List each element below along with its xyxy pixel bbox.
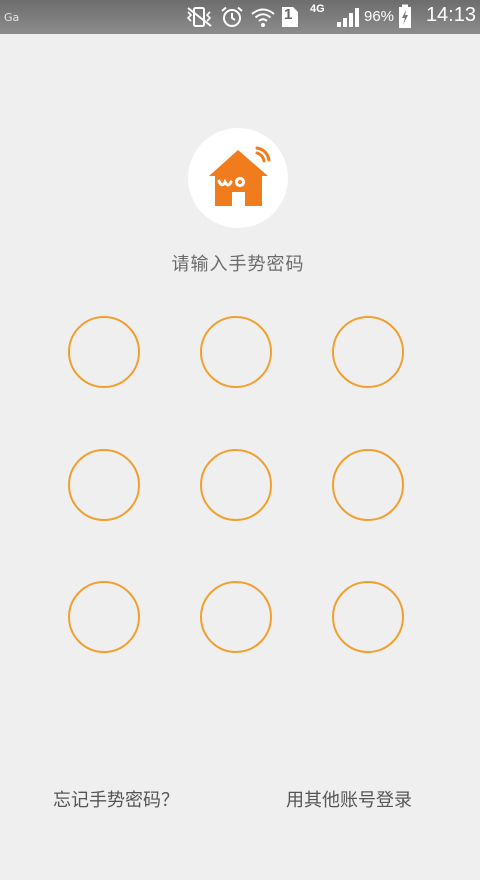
status-bar: Ga 1 4G 96% 14:13	[0, 0, 480, 34]
vibrate-mute-icon	[186, 7, 212, 27]
sim-slot-label: 1	[284, 6, 293, 23]
clock: 14:13	[425, 4, 476, 26]
wifi-icon	[251, 8, 275, 27]
gesture-dot-6[interactable]	[332, 449, 404, 521]
gesture-dot-3[interactable]	[332, 316, 404, 388]
gesture-dot-2[interactable]	[200, 316, 272, 388]
login-other-account-link[interactable]: 用其他账号登录	[286, 786, 412, 812]
forgot-gesture-link[interactable]: 忘记手势密码？	[53, 786, 179, 812]
battery-charging-icon	[399, 4, 411, 28]
battery-percent: 96%	[364, 8, 395, 25]
gesture-dot-8[interactable]	[200, 581, 272, 653]
app-logo	[188, 128, 288, 228]
gesture-dot-1[interactable]	[68, 316, 140, 388]
gesture-dot-9[interactable]	[332, 581, 404, 653]
wo-home-icon	[209, 146, 271, 206]
signal-strength-icon	[337, 8, 359, 27]
network-type-label: 4G	[310, 3, 325, 15]
alarm-icon	[221, 6, 243, 27]
carrier-icon: Ga	[4, 11, 20, 24]
gesture-dot-4[interactable]	[68, 449, 140, 521]
gesture-dot-7[interactable]	[68, 581, 140, 653]
gesture-prompt: 请输入手势密码	[171, 254, 305, 275]
gesture-dot-5[interactable]	[200, 449, 272, 521]
